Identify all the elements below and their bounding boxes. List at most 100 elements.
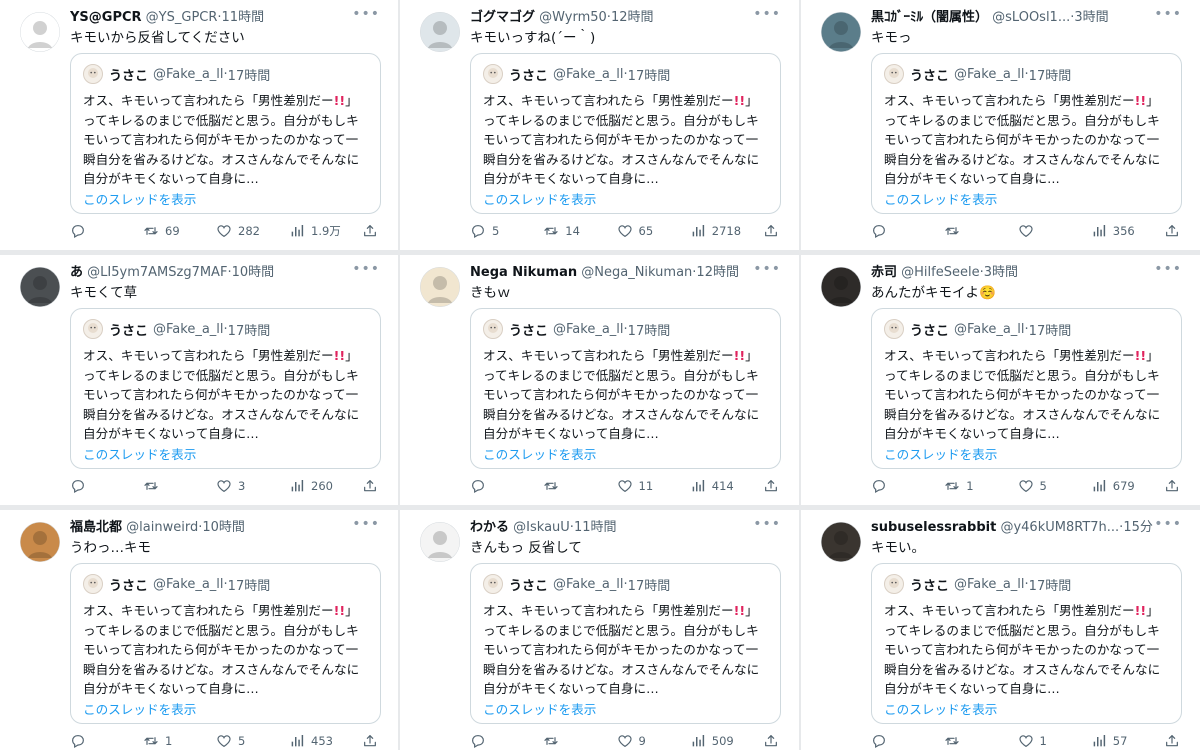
tweet-card[interactable]: あ @LI5ym7AMSzg7MAF·10時間 ••• キモくて草 うさこ @Fake_… [0,255,398,505]
reply-button[interactable] [70,733,140,749]
quoted-tweet[interactable]: うさこ @Fake_a_ll · 17時間 オス、キモいって言われたら「男性差別だー!!… [470,53,781,214]
like-button[interactable]: 5 [1018,478,1088,494]
display-name[interactable]: Nega Nikuman [470,265,577,280]
display-name[interactable]: 黒ｺｶﾞｰﾐﾙ（闇属性） [871,10,988,25]
share-button[interactable] [1164,223,1182,239]
tweet-card[interactable]: 赤司 @HilfeSeele·3時間 ••• あんたがキモイよ☺️ うさこ @Fake_… [801,255,1200,505]
tweet-time[interactable]: 11時間 [222,10,265,25]
user-avatar[interactable] [821,12,861,52]
tweet-card[interactable]: 福島北都 @lainweird·10時間 ••• うわっ…キモ うさこ @Fake_a_… [0,510,398,750]
show-thread-link[interactable]: このスレッドを表示 [483,700,768,719]
views-button[interactable]: 260 [289,478,359,494]
reply-button[interactable] [70,478,140,494]
user-handle[interactable]: @YS_GPCR [146,10,218,25]
quoted-tweet[interactable]: うさこ @Fake_a_ll · 17時間 オス、キモいって言われたら「男性差別だー!!… [70,53,381,214]
quoted-tweet[interactable]: うさこ @Fake_a_ll · 17時間 オス、キモいって言われたら「男性差別だー!!… [70,308,381,469]
share-button[interactable] [763,733,781,749]
share-button[interactable] [763,478,781,494]
tweet-time[interactable]: 10時間 [232,265,275,280]
more-options-icon[interactable]: ••• [1154,516,1182,532]
retweet-button[interactable] [143,478,213,494]
show-thread-link[interactable]: このスレッドを表示 [83,445,368,464]
user-handle[interactable]: @Nega_Nikuman [581,265,692,280]
user-avatar[interactable] [20,12,60,52]
retweet-button[interactable]: 69 [143,223,213,239]
share-button[interactable] [362,223,380,239]
more-options-icon[interactable]: ••• [352,516,380,532]
user-handle[interactable]: @HilfeSeele [901,265,979,280]
quoted-tweet[interactable]: うさこ @Fake_a_ll · 17時間 オス、キモいって言われたら「男性差別だー!!… [70,563,381,724]
reply-button[interactable] [871,223,941,239]
more-options-icon[interactable]: ••• [753,261,781,277]
share-button[interactable] [362,733,380,749]
like-button[interactable]: 5 [216,733,286,749]
views-button[interactable]: 356 [1091,223,1161,239]
retweet-button[interactable]: 14 [543,223,613,239]
retweet-button[interactable] [543,478,613,494]
more-options-icon[interactable]: ••• [1154,261,1182,277]
more-options-icon[interactable]: ••• [352,6,380,22]
reply-button[interactable] [871,733,941,749]
quoted-tweet[interactable]: うさこ @Fake_a_ll · 17時間 オス、キモいって言われたら「男性差別だー!!… [470,308,781,469]
tweet-time[interactable]: 3時間 [984,265,1018,280]
reply-button[interactable]: 5 [470,223,540,239]
retweet-button[interactable]: 1 [944,478,1014,494]
like-button[interactable]: 3 [216,478,286,494]
retweet-button[interactable] [944,223,1014,239]
reply-button[interactable] [70,223,140,239]
tweet-card[interactable]: わかる @IskauU·11時間 ••• きんもっ 反省して うさこ @Fake_a_l… [400,510,799,750]
user-avatar[interactable] [20,522,60,562]
reply-button[interactable] [470,733,540,749]
tweet-card[interactable]: 黒ｺｶﾞｰﾐﾙ（闇属性） @sLOOsl1...·3時間 ••• キモっ うさこ @Fa… [801,0,1200,250]
like-button[interactable]: 1 [1018,733,1088,749]
views-button[interactable]: 509 [690,733,760,749]
user-handle[interactable]: @lainweird [126,520,198,535]
user-handle[interactable]: @y46kUM8RT7h... [1000,520,1119,535]
display-name[interactable]: subuselessrabbit [871,520,996,535]
quoted-tweet[interactable]: うさこ @Fake_a_ll · 17時間 オス、キモいって言われたら「男性差別だー!!… [871,308,1182,469]
show-thread-link[interactable]: このスレッドを表示 [83,700,368,719]
like-button[interactable]: 9 [617,733,687,749]
tweet-time[interactable]: 3時間 [1074,10,1108,25]
like-button[interactable] [1018,223,1088,239]
reply-button[interactable] [470,478,540,494]
tweet-card[interactable]: YS@GPCR @YS_GPCR·11時間 ••• キモいから反省してください うさこ… [0,0,398,250]
views-button[interactable]: 679 [1091,478,1161,494]
more-options-icon[interactable]: ••• [753,516,781,532]
user-avatar[interactable] [821,522,861,562]
display-name[interactable]: 赤司 [871,265,897,280]
show-thread-link[interactable]: このスレッドを表示 [83,190,368,209]
views-button[interactable]: 1.9万 [289,223,359,239]
quoted-tweet[interactable]: うさこ @Fake_a_ll · 17時間 オス、キモいって言われたら「男性差別だー!!… [871,53,1182,214]
tweet-card[interactable]: Nega Nikuman @Nega_Nikuman·12時間 ••• きもｗ うさこ… [400,255,799,505]
user-avatar[interactable] [20,267,60,307]
more-options-icon[interactable]: ••• [352,261,380,277]
user-avatar[interactable] [420,522,460,562]
display-name[interactable]: あ [70,265,83,280]
views-button[interactable]: 57 [1091,733,1161,749]
share-button[interactable] [1164,478,1182,494]
more-options-icon[interactable]: ••• [753,6,781,22]
tweet-time[interactable]: 12時間 [696,265,739,280]
retweet-button[interactable] [944,733,1014,749]
tweet-time[interactable]: 12時間 [611,10,654,25]
tweet-time[interactable]: 10時間 [202,520,245,535]
tweet-card[interactable]: subuselessrabbit @y46kUM8RT7h...·15分 ••• キ… [801,510,1200,750]
user-avatar[interactable] [420,267,460,307]
like-button[interactable]: 11 [617,478,687,494]
user-avatar[interactable] [420,12,460,52]
show-thread-link[interactable]: このスレッドを表示 [483,190,768,209]
retweet-button[interactable]: 1 [143,733,213,749]
show-thread-link[interactable]: このスレッドを表示 [884,190,1169,209]
more-options-icon[interactable]: ••• [1154,6,1182,22]
user-handle[interactable]: @sLOOsl1... [992,10,1070,25]
display-name[interactable]: 福島北都 [70,520,122,535]
like-button[interactable]: 65 [617,223,687,239]
share-button[interactable] [763,223,781,239]
user-handle[interactable]: @Wyrm50 [539,10,607,25]
share-button[interactable] [362,478,380,494]
user-handle[interactable]: @LI5ym7AMSzg7MAF [87,265,227,280]
show-thread-link[interactable]: このスレッドを表示 [884,700,1169,719]
display-name[interactable]: ゴグマゴグ [470,10,535,25]
display-name[interactable]: YS@GPCR [70,10,142,25]
